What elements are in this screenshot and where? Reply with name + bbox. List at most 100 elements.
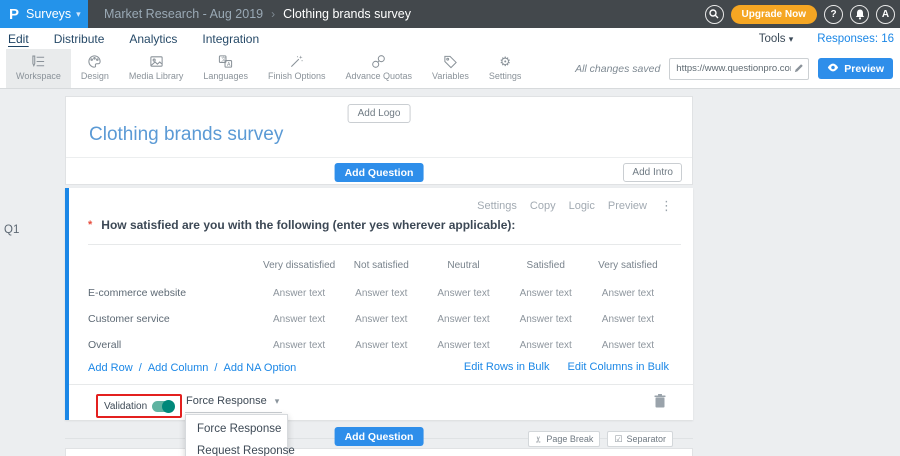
menu-option-force-response[interactable]: Force Response [186, 418, 287, 440]
account-avatar[interactable]: A [876, 5, 895, 24]
add-question-button-top[interactable]: Add Question [335, 163, 424, 182]
toolbar-item-advance-quotas[interactable]: Advance Quotas [335, 49, 422, 88]
editor-toolbar: Workspace Design Media Library 文ALanguages F… [0, 49, 900, 89]
question-settings-link[interactable]: Settings [477, 200, 517, 212]
toolbar-item-variables[interactable]: Variables [422, 49, 479, 88]
toolbar-item-label: Design [81, 71, 109, 81]
matrix-answer-cell[interactable]: Answer text [340, 340, 422, 351]
question-actions: Settings Copy Logic Preview ⋮ [477, 199, 673, 212]
toolbar-item-workspace[interactable]: Workspace [6, 49, 71, 88]
matrix-row-label[interactable]: Customer service [88, 313, 258, 325]
matrix-answer-cell[interactable]: Answer text [258, 288, 340, 299]
matrix-answer-cell[interactable]: Answer text [505, 288, 587, 299]
matrix-answer-cell[interactable]: Answer text [587, 340, 669, 351]
validation-highlight-box: Validation [96, 394, 182, 418]
section-nav: Edit Distribute Analytics Integration Tools… [0, 28, 900, 49]
matrix-answer-cell[interactable]: Answer text [505, 314, 587, 325]
surveys-menu[interactable]: P Surveys ▾ [0, 0, 88, 28]
toolbar-item-label: Finish Options [268, 71, 326, 81]
toolbar-item-languages[interactable]: 文ALanguages [193, 49, 258, 88]
edit-url-icon[interactable] [794, 60, 804, 78]
response-type-select[interactable]: Force Response ▾ [185, 395, 282, 413]
search-button[interactable] [705, 5, 724, 24]
separator-toggle-button[interactable]: ☑Separator [607, 431, 673, 447]
workspace-icon [30, 53, 46, 69]
tag-icon [442, 53, 458, 69]
matrix-column-header[interactable]: Very dissatisfied [258, 260, 340, 271]
quotas-icon [371, 53, 387, 69]
matrix-answer-cell[interactable]: Answer text [340, 288, 422, 299]
matrix-answer-cell[interactable]: Answer text [258, 340, 340, 351]
matrix-row-label[interactable]: Overall [88, 339, 258, 351]
matrix-answer-cell[interactable]: Answer text [422, 340, 504, 351]
toolbar-item-design[interactable]: Design [71, 49, 119, 88]
page-break-label: Page Break [546, 434, 593, 444]
toolbar-item-settings[interactable]: ⚙ Settings [479, 49, 532, 88]
add-column-link[interactable]: Add Column [148, 362, 209, 374]
add-intro-button[interactable]: Add Intro [623, 163, 682, 182]
toolbar-item-media-library[interactable]: Media Library [119, 49, 194, 88]
matrix-answer-cell[interactable]: Answer text [422, 288, 504, 299]
survey-title[interactable]: Clothing brands survey [89, 124, 283, 146]
matrix-row: OverallAnswer textAnswer textAnswer text… [88, 332, 669, 358]
matrix-answer-cell[interactable]: Answer text [258, 314, 340, 325]
add-row-link[interactable]: Add Row [88, 362, 133, 374]
responses-link[interactable]: Responses: 16 [817, 33, 894, 45]
question-index-label: Q1 [4, 224, 19, 236]
edit-rows-in-bulk-link[interactable]: Edit Rows in Bulk [464, 361, 550, 373]
matrix-row-label[interactable]: E-commerce website [88, 287, 258, 299]
preview-button[interactable]: Preview [818, 58, 893, 79]
subnav-item-analytics[interactable]: Analytics [129, 32, 177, 46]
delete-question-button[interactable] [654, 394, 666, 413]
response-type-dropdown-menu: Force ResponseRequest Response [185, 414, 288, 456]
tools-menu[interactable]: Tools ▾ [759, 33, 794, 45]
question-preview-link[interactable]: Preview [608, 200, 647, 212]
between-questions-row: Add Question ✂Page Break ☑Separator [65, 424, 693, 450]
matrix-column-header[interactable]: Not satisfied [340, 260, 422, 271]
question-card: Settings Copy Logic Preview ⋮ * How sati… [65, 188, 693, 420]
subnav-item-edit[interactable]: Edit [8, 32, 29, 46]
breadcrumb-current: Clothing brands survey [283, 7, 411, 21]
matrix-column-header[interactable]: Neutral [422, 260, 504, 271]
matrix-answer-cell[interactable]: Answer text [422, 314, 504, 325]
matrix-answer-cell[interactable]: Answer text [505, 340, 587, 351]
survey-url-field[interactable]: https://www.questionpro.com/t/APNrFZ [669, 58, 809, 80]
surveys-menu-label: Surveys [26, 7, 71, 21]
matrix-answer-cell[interactable]: Answer text [587, 314, 669, 325]
matrix-answer-cell[interactable]: Answer text [587, 288, 669, 299]
matrix-row: E-commerce websiteAnswer textAnswer text… [88, 280, 669, 306]
page-break-button[interactable]: ✂Page Break [528, 431, 601, 447]
subnav-item-distribute[interactable]: Distribute [54, 32, 105, 46]
menu-option-request-response[interactable]: Request Response [186, 440, 287, 456]
toolbar-item-label: Variables [432, 71, 469, 81]
questionpro-survey-editor: P Surveys ▾ Market Research - Aug 2019 ›… [0, 0, 900, 456]
validation-label: Validation [104, 401, 147, 412]
toolbar-item-label: Languages [203, 71, 248, 81]
toggle-knob [162, 400, 175, 413]
question-copy-link[interactable]: Copy [530, 200, 556, 212]
eye-icon [827, 63, 839, 75]
add-question-button-bottom[interactable]: Add Question [335, 427, 424, 446]
divider [88, 244, 681, 245]
matrix-column-header[interactable]: Satisfied [505, 260, 587, 271]
subnav-item-integration[interactable]: Integration [202, 32, 259, 46]
gear-icon: ⚙ [497, 53, 513, 69]
more-options-icon[interactable]: ⋮ [660, 199, 673, 212]
question-text[interactable]: How satisfied are you with the following… [101, 218, 515, 232]
edit-columns-in-bulk-link[interactable]: Edit Columns in Bulk [568, 361, 670, 373]
question-logic-link[interactable]: Logic [569, 200, 595, 212]
matrix-answer-cell[interactable]: Answer text [340, 314, 422, 325]
toolbar-item-label: Settings [489, 71, 522, 81]
toolbar-item-finish-options[interactable]: Finish Options [258, 49, 336, 88]
matrix-column-header[interactable]: Very satisfied [587, 260, 669, 271]
breadcrumb-folder[interactable]: Market Research - Aug 2019 [104, 7, 263, 21]
notifications-button[interactable] [850, 5, 869, 24]
preview-button-label: Preview [844, 63, 884, 75]
add-logo-button[interactable]: Add Logo [348, 104, 411, 123]
toolbar-item-label: Media Library [129, 71, 184, 81]
help-button[interactable]: ? [824, 5, 843, 24]
upgrade-now-button[interactable]: Upgrade Now [731, 5, 817, 24]
validation-toggle[interactable] [152, 401, 174, 412]
add-na-option-link[interactable]: Add NA Option [224, 362, 297, 374]
save-status-text: All changes saved [575, 63, 660, 75]
